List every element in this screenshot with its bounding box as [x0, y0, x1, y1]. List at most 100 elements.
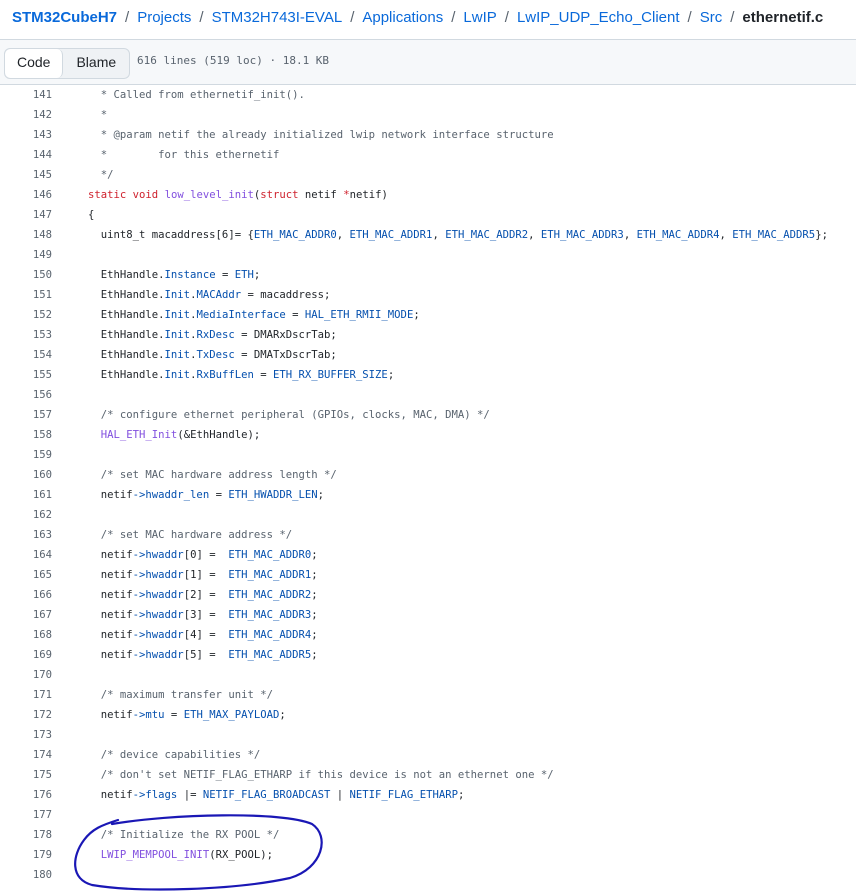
code-line: 157 /* configure ethernet peripheral (GP…	[0, 405, 856, 425]
breadcrumb-link[interactable]: Applications	[362, 9, 443, 26]
line-number[interactable]: 157	[0, 405, 52, 425]
line-number[interactable]: 143	[0, 125, 52, 145]
code-text: EthHandle.Init.MediaInterface = HAL_ETH_…	[88, 305, 420, 325]
line-number[interactable]: 178	[0, 825, 52, 845]
breadcrumb-separator: /	[451, 9, 456, 26]
line-number[interactable]: 156	[0, 385, 52, 405]
code-line: 179 LWIP_MEMPOOL_INIT(RX_POOL);	[0, 845, 856, 865]
line-number[interactable]: 158	[0, 425, 52, 445]
line-number[interactable]: 164	[0, 545, 52, 565]
line-number[interactable]: 179	[0, 845, 52, 865]
code-line: 155 EthHandle.Init.RxBuffLen = ETH_RX_BU…	[0, 365, 856, 385]
line-number[interactable]: 147	[0, 205, 52, 225]
code-view-button[interactable]: Code	[5, 49, 64, 78]
line-number[interactable]: 155	[0, 365, 52, 385]
line-number[interactable]: 159	[0, 445, 52, 465]
code-line: 146 static void low_level_init(struct net…	[0, 185, 856, 205]
code-text: netif->flags |= NETIF_FLAG_BROADCAST | N…	[88, 785, 465, 805]
line-number[interactable]: 168	[0, 625, 52, 645]
line-number[interactable]: 151	[0, 285, 52, 305]
code-token: */	[88, 169, 114, 181]
line-number[interactable]: 141	[0, 85, 52, 105]
line-number[interactable]: 171	[0, 685, 52, 705]
line-number[interactable]: 153	[0, 325, 52, 345]
line-number[interactable]: 167	[0, 605, 52, 625]
breadcrumb-root-link[interactable]: STM32CubeH7	[12, 9, 117, 26]
code-text: *	[88, 105, 107, 125]
line-number[interactable]: 145	[0, 165, 52, 185]
line-number[interactable]: 150	[0, 265, 52, 285]
code-text: /* device capabilities */	[88, 745, 260, 765]
line-number[interactable]: 161	[0, 485, 52, 505]
code-token: Init	[164, 309, 191, 321]
breadcrumb-link[interactable]: LwIP_UDP_Echo_Client	[517, 9, 680, 26]
line-number[interactable]: 166	[0, 585, 52, 605]
breadcrumb-link[interactable]: Src	[700, 9, 723, 26]
code-text: uint8_t macaddress[6]= {ETH_MAC_ADDR0, E…	[88, 225, 828, 245]
line-number[interactable]: 154	[0, 345, 52, 365]
line-number[interactable]: 170	[0, 665, 52, 685]
breadcrumb-link[interactable]: LwIP	[463, 9, 496, 26]
breadcrumb-separator: /	[687, 9, 692, 26]
line-number[interactable]: 180	[0, 865, 52, 885]
line-number[interactable]: 177	[0, 805, 52, 825]
line-number[interactable]: 172	[0, 705, 52, 725]
line-number[interactable]: 163	[0, 525, 52, 545]
code-text: static void low_level_init(struct netif …	[88, 185, 388, 205]
code-token: ,	[719, 229, 733, 241]
code-token: EthHandle.	[88, 269, 165, 281]
code-token: NETIF_FLAG_BROADCAST	[202, 789, 331, 801]
code-line: 154 EthHandle.Init.TxDesc = DMATxDscrTab…	[0, 345, 856, 365]
breadcrumb-link[interactable]: STM32H743I-EVAL	[212, 9, 343, 26]
code-token: Init	[164, 349, 191, 361]
blame-view-button[interactable]: Blame	[63, 49, 129, 78]
line-number[interactable]: 148	[0, 225, 52, 245]
code-token: (RX_POOL);	[209, 849, 273, 861]
code-line: 152 EthHandle.Init.MediaInterface = HAL_…	[0, 305, 856, 325]
code-token: {	[88, 209, 95, 221]
breadcrumb-separator: /	[730, 9, 735, 26]
breadcrumb-link[interactable]: Projects	[137, 9, 191, 26]
line-number[interactable]: 144	[0, 145, 52, 165]
code-token: *	[88, 109, 108, 121]
code-token: netif)	[349, 189, 388, 201]
code-token: Init	[164, 369, 191, 381]
code-text: * Called from ethernetif_init().	[88, 85, 305, 105]
code-line: 142 *	[0, 105, 856, 125]
code-token: Instance	[164, 269, 216, 281]
line-number[interactable]: 173	[0, 725, 52, 745]
code-text: EthHandle.Init.RxBuffLen = ETH_RX_BUFFER…	[88, 365, 394, 385]
line-number[interactable]: 142	[0, 105, 52, 125]
code-token: LWIP_MEMPOOL_INIT	[100, 849, 210, 861]
code-token: netif	[88, 649, 133, 661]
code-token: ETH_MAC_ADDR4	[228, 629, 312, 641]
code-token: ;	[457, 789, 465, 801]
line-number[interactable]: 146	[0, 185, 52, 205]
code-token: ;	[311, 549, 318, 561]
line-number[interactable]: 169	[0, 645, 52, 665]
code-token: RxBuffLen	[196, 369, 254, 381]
code-token: ;	[311, 589, 318, 601]
code-token: MACAddr	[196, 289, 242, 301]
code-line: 163 /* set MAC hardware address */	[0, 525, 856, 545]
code-line: 178 /* Initialize the RX POOL */	[0, 825, 856, 845]
code-token: ->mtu	[132, 709, 165, 721]
code-line: 151 EthHandle.Init.MACAddr = macaddress;	[0, 285, 856, 305]
line-number[interactable]: 174	[0, 745, 52, 765]
code-text: netif->mtu = ETH_MAX_PAYLOAD;	[88, 705, 286, 725]
code-token: netif	[88, 629, 133, 641]
line-number[interactable]: 175	[0, 765, 52, 785]
code-text: * @param netif the already initialized l…	[88, 125, 554, 145]
line-number[interactable]: 162	[0, 505, 52, 525]
line-number[interactable]: 149	[0, 245, 52, 265]
breadcrumb: STM32CubeH7 / Projects / STM32H743I-EVAL / App…	[0, 0, 856, 38]
line-number[interactable]: 152	[0, 305, 52, 325]
line-number[interactable]: 176	[0, 785, 52, 805]
line-number[interactable]: 160	[0, 465, 52, 485]
line-number[interactable]: 165	[0, 565, 52, 585]
code-text: netif->hwaddr[1] = ETH_MAC_ADDR1;	[88, 565, 318, 585]
code-line: 172 netif->mtu = ETH_MAX_PAYLOAD;	[0, 705, 856, 725]
code-view[interactable]: 141 * Called from ethernetif_init(). 142 …	[0, 85, 856, 885]
code-line: 143 * @param netif the already initializ…	[0, 125, 856, 145]
code-token: [2] =	[183, 589, 229, 601]
